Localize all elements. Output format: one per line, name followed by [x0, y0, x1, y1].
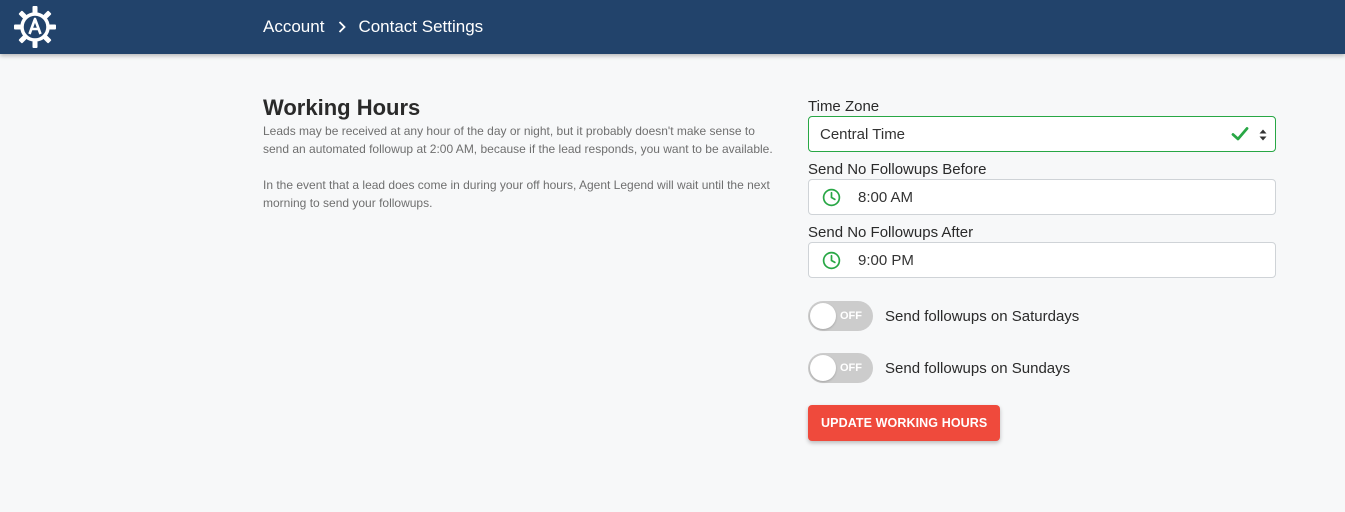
toggle-knob — [810, 303, 836, 329]
breadcrumb-contact-settings: Contact Settings — [358, 17, 484, 36]
saturday-toggle-row: OFF Send followups on Saturdays — [808, 301, 1276, 331]
breadcrumb-account[interactable]: Account — [263, 17, 324, 37]
check-icon — [1231, 127, 1249, 141]
before-time-value: 8:00 AM — [858, 188, 914, 206]
after-time-label: Send No Followups After — [808, 224, 974, 241]
saturday-toggle[interactable]: OFF — [808, 301, 873, 331]
clock-icon — [822, 251, 841, 270]
after-time-value: 9:00 PM — [858, 251, 914, 269]
toggle-state-text: OFF — [840, 362, 862, 374]
breadcrumb: Account Contact Settings — [263, 0, 483, 54]
timezone-label: Time Zone — [808, 98, 880, 115]
update-working-hours-button[interactable]: UPDATE WORKING HOURS — [808, 405, 1001, 441]
sunday-toggle-label: Send followups on Sundays — [885, 359, 1071, 377]
timezone-select[interactable]: Central Time — [808, 116, 1276, 152]
select-arrows-icon — [1259, 129, 1267, 141]
before-time-input[interactable]: 8:00 AM — [808, 179, 1276, 215]
description-paragraph-2: In the event that a lead does come in du… — [263, 178, 770, 210]
sunday-toggle-row: OFF Send followups on Sundays — [808, 353, 1276, 383]
toggle-state-text: OFF — [840, 310, 862, 322]
sunday-toggle[interactable]: OFF — [808, 353, 873, 383]
before-time-label: Send No Followups Before — [808, 161, 987, 178]
working-hours-intro: Working Hours Leads may be received at a… — [263, 94, 783, 212]
timezone-selected-value: Central Time — [820, 125, 906, 143]
working-hours-form: Time Zone Central Time Send No Followups… — [808, 98, 1276, 441]
after-time-input[interactable]: 9:00 PM — [808, 242, 1276, 278]
description-paragraph-1: Leads may be received at any hour of the… — [263, 124, 773, 156]
saturday-toggle-label: Send followups on Saturdays — [885, 307, 1080, 325]
section-title: Working Hours — [263, 95, 421, 120]
agent-legend-logo-icon[interactable] — [14, 6, 56, 48]
chevron-right-icon — [338, 21, 347, 33]
clock-icon — [822, 188, 841, 207]
top-navbar: Account Contact Settings — [0, 0, 1345, 54]
toggle-knob — [810, 355, 836, 381]
